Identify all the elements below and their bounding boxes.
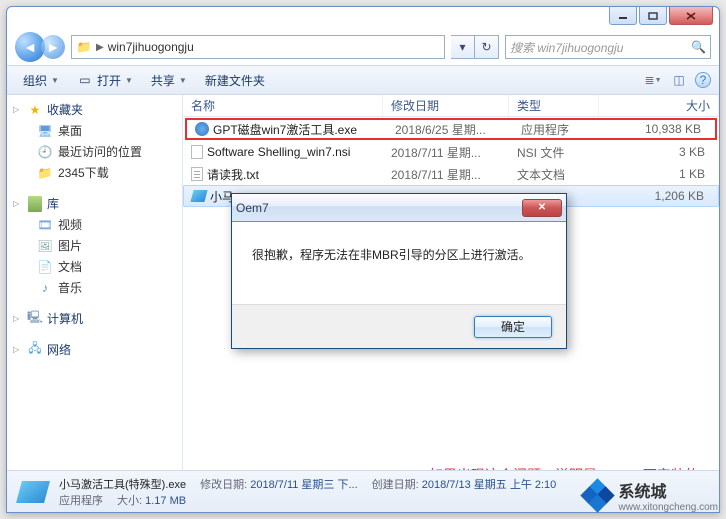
disclosure-icon: ▷	[13, 345, 23, 354]
column-headers: 名称 修改日期 类型 大小	[183, 95, 719, 117]
file-date: 2018/7/11 星期...	[383, 166, 509, 183]
favorites-header[interactable]: ▷★收藏夹	[9, 99, 180, 120]
col-date[interactable]: 修改日期	[383, 95, 509, 116]
file-size: 10,938 KB	[603, 122, 715, 136]
watermark-url: www.xitongcheng.com	[619, 502, 719, 513]
file-type: 应用程序	[513, 121, 603, 138]
file-row[interactable]: 请读我.txt 2018/7/11 星期...文本文档1 KB	[183, 163, 719, 185]
libraries-header[interactable]: ▷库	[9, 193, 180, 214]
file-row[interactable]: GPT磁盘win7激活工具.exe 2018/6/25 星期...应用程序10,9…	[185, 118, 717, 140]
navigation-bar: ◄ ► 📁 ▶ win7jihuogongju ▾ ↻ 搜索 win7jihuo…	[7, 29, 719, 65]
sidebar-item-recent[interactable]: 🕘最近访问的位置	[9, 141, 180, 162]
details-type: 应用程序	[59, 492, 103, 508]
help-button[interactable]: ?	[695, 72, 711, 88]
computer-header[interactable]: ▷🖳计算机	[9, 308, 180, 329]
addr-dropdown-button[interactable]: ▾	[451, 35, 475, 59]
sidebar-item-music[interactable]: ♪音乐	[9, 277, 180, 298]
disclosure-icon: ▷	[13, 314, 23, 323]
close-button[interactable]	[669, 7, 713, 25]
organize-button[interactable]: 组织▼	[15, 69, 67, 92]
search-input[interactable]: 搜索 win7jihuogongju 🔍	[505, 35, 711, 59]
watermark: 系统城 www.xitongcheng.com	[583, 478, 719, 513]
search-icon: 🔍	[691, 40, 706, 54]
minimize-button[interactable]	[609, 7, 637, 25]
open-icon: ▭	[77, 72, 93, 88]
document-icon: 📄	[37, 259, 53, 275]
col-type[interactable]: 类型	[509, 95, 599, 116]
breadcrumb-sep-icon: ▶	[96, 42, 104, 53]
recent-icon: 🕘	[37, 144, 53, 160]
col-name[interactable]: 名称	[183, 95, 383, 116]
address-bar[interactable]: 📁 ▶ win7jihuogongju	[71, 35, 445, 59]
preview-pane-button[interactable]: ◫	[669, 70, 689, 90]
dialog-ok-button[interactable]: 确定	[474, 316, 552, 338]
details-create-date: 2018/7/13 星期五 上午 2:10	[422, 479, 557, 491]
file-name: GPT磁盘win7激活工具.exe	[213, 121, 357, 138]
file-size: 3 KB	[599, 145, 719, 159]
desktop-icon: 🖥	[37, 123, 53, 139]
file-size: 1 KB	[599, 167, 719, 181]
details-icon	[17, 478, 49, 506]
network-header[interactable]: ▷🖧网络	[9, 339, 180, 360]
details-size: 1.17 MB	[145, 495, 186, 507]
disclosure-icon: ▷	[13, 105, 23, 114]
sidebar-item-documents[interactable]: 📄文档	[9, 256, 180, 277]
view-button[interactable]: ≣▼	[643, 70, 663, 90]
network-icon: 🖧	[27, 342, 43, 358]
dialog-body: 很抱歉，程序无法在非MBR引导的分区上进行激活。	[232, 222, 566, 304]
dialog-footer: 确定	[232, 304, 566, 348]
sidebar-item-pictures[interactable]: 🖼图片	[9, 235, 180, 256]
file-row[interactable]: Software Shelling_win7.nsi 2018/7/11 星期..…	[183, 141, 719, 163]
music-icon: ♪	[37, 280, 53, 296]
search-placeholder: 搜索 win7jihuogongju	[510, 39, 623, 56]
file-name: Software Shelling_win7.nsi	[207, 145, 350, 159]
sidebar-item-2345[interactable]: 📁2345下载	[9, 162, 180, 183]
command-bar: 组织▼ ▭打开▼ 共享▼ 新建文件夹 ≣▼ ◫ ?	[7, 65, 719, 95]
refresh-button[interactable]: ↻	[475, 35, 499, 59]
window-controls	[609, 7, 713, 25]
folder-icon: 📁	[76, 39, 92, 55]
error-dialog: Oem7 ✕ 很抱歉，程序无法在非MBR引导的分区上进行激活。 确定	[231, 193, 567, 349]
nav-arrows: ◄ ►	[15, 32, 65, 62]
file-size: 1,206 KB	[600, 189, 718, 203]
navigation-pane: ▷★收藏夹 🖥桌面 🕘最近访问的位置 📁2345下载 ▷库 🎞视频 🖼图片 📄文…	[7, 95, 183, 470]
file-type: NSI 文件	[509, 144, 599, 161]
picture-icon: 🖼	[37, 238, 53, 254]
disclosure-icon: ▷	[13, 199, 23, 208]
computer-icon: 🖳	[27, 311, 43, 327]
video-icon: 🎞	[37, 217, 53, 233]
dialog-title: Oem7	[236, 201, 269, 215]
details-mod-date: 2018/7/11 星期三 下...	[250, 479, 357, 491]
forward-button[interactable]: ►	[41, 35, 65, 59]
new-folder-button[interactable]: 新建文件夹	[197, 69, 273, 92]
sidebar-item-desktop[interactable]: 🖥桌面	[9, 120, 180, 141]
col-size[interactable]: 大小	[599, 95, 719, 116]
dialog-close-button[interactable]: ✕	[522, 199, 562, 217]
sidebar-item-video[interactable]: 🎞视频	[9, 214, 180, 235]
open-button[interactable]: ▭打开▼	[69, 69, 141, 92]
explorer-window: ◄ ► 📁 ▶ win7jihuogongju ▾ ↻ 搜索 win7jihuo…	[6, 6, 720, 513]
star-icon: ★	[27, 102, 43, 118]
file-name: 请读我.txt	[207, 166, 259, 183]
file-type: 文本文档	[509, 166, 599, 183]
file-date: 2018/7/11 星期...	[383, 144, 509, 161]
maximize-button[interactable]	[639, 7, 667, 25]
address-folder: win7jihuogongju	[108, 40, 194, 54]
share-button[interactable]: 共享▼	[143, 69, 195, 92]
file-date: 2018/6/25 星期...	[387, 121, 513, 138]
watermark-brand: 系统城	[619, 484, 667, 501]
details-filename: 小马激活工具(特殊型).exe	[59, 476, 186, 492]
library-icon	[27, 196, 43, 212]
watermark-logo-icon	[583, 481, 613, 511]
folder-icon: 📁	[37, 165, 53, 181]
dialog-titlebar[interactable]: Oem7 ✕	[232, 194, 566, 222]
